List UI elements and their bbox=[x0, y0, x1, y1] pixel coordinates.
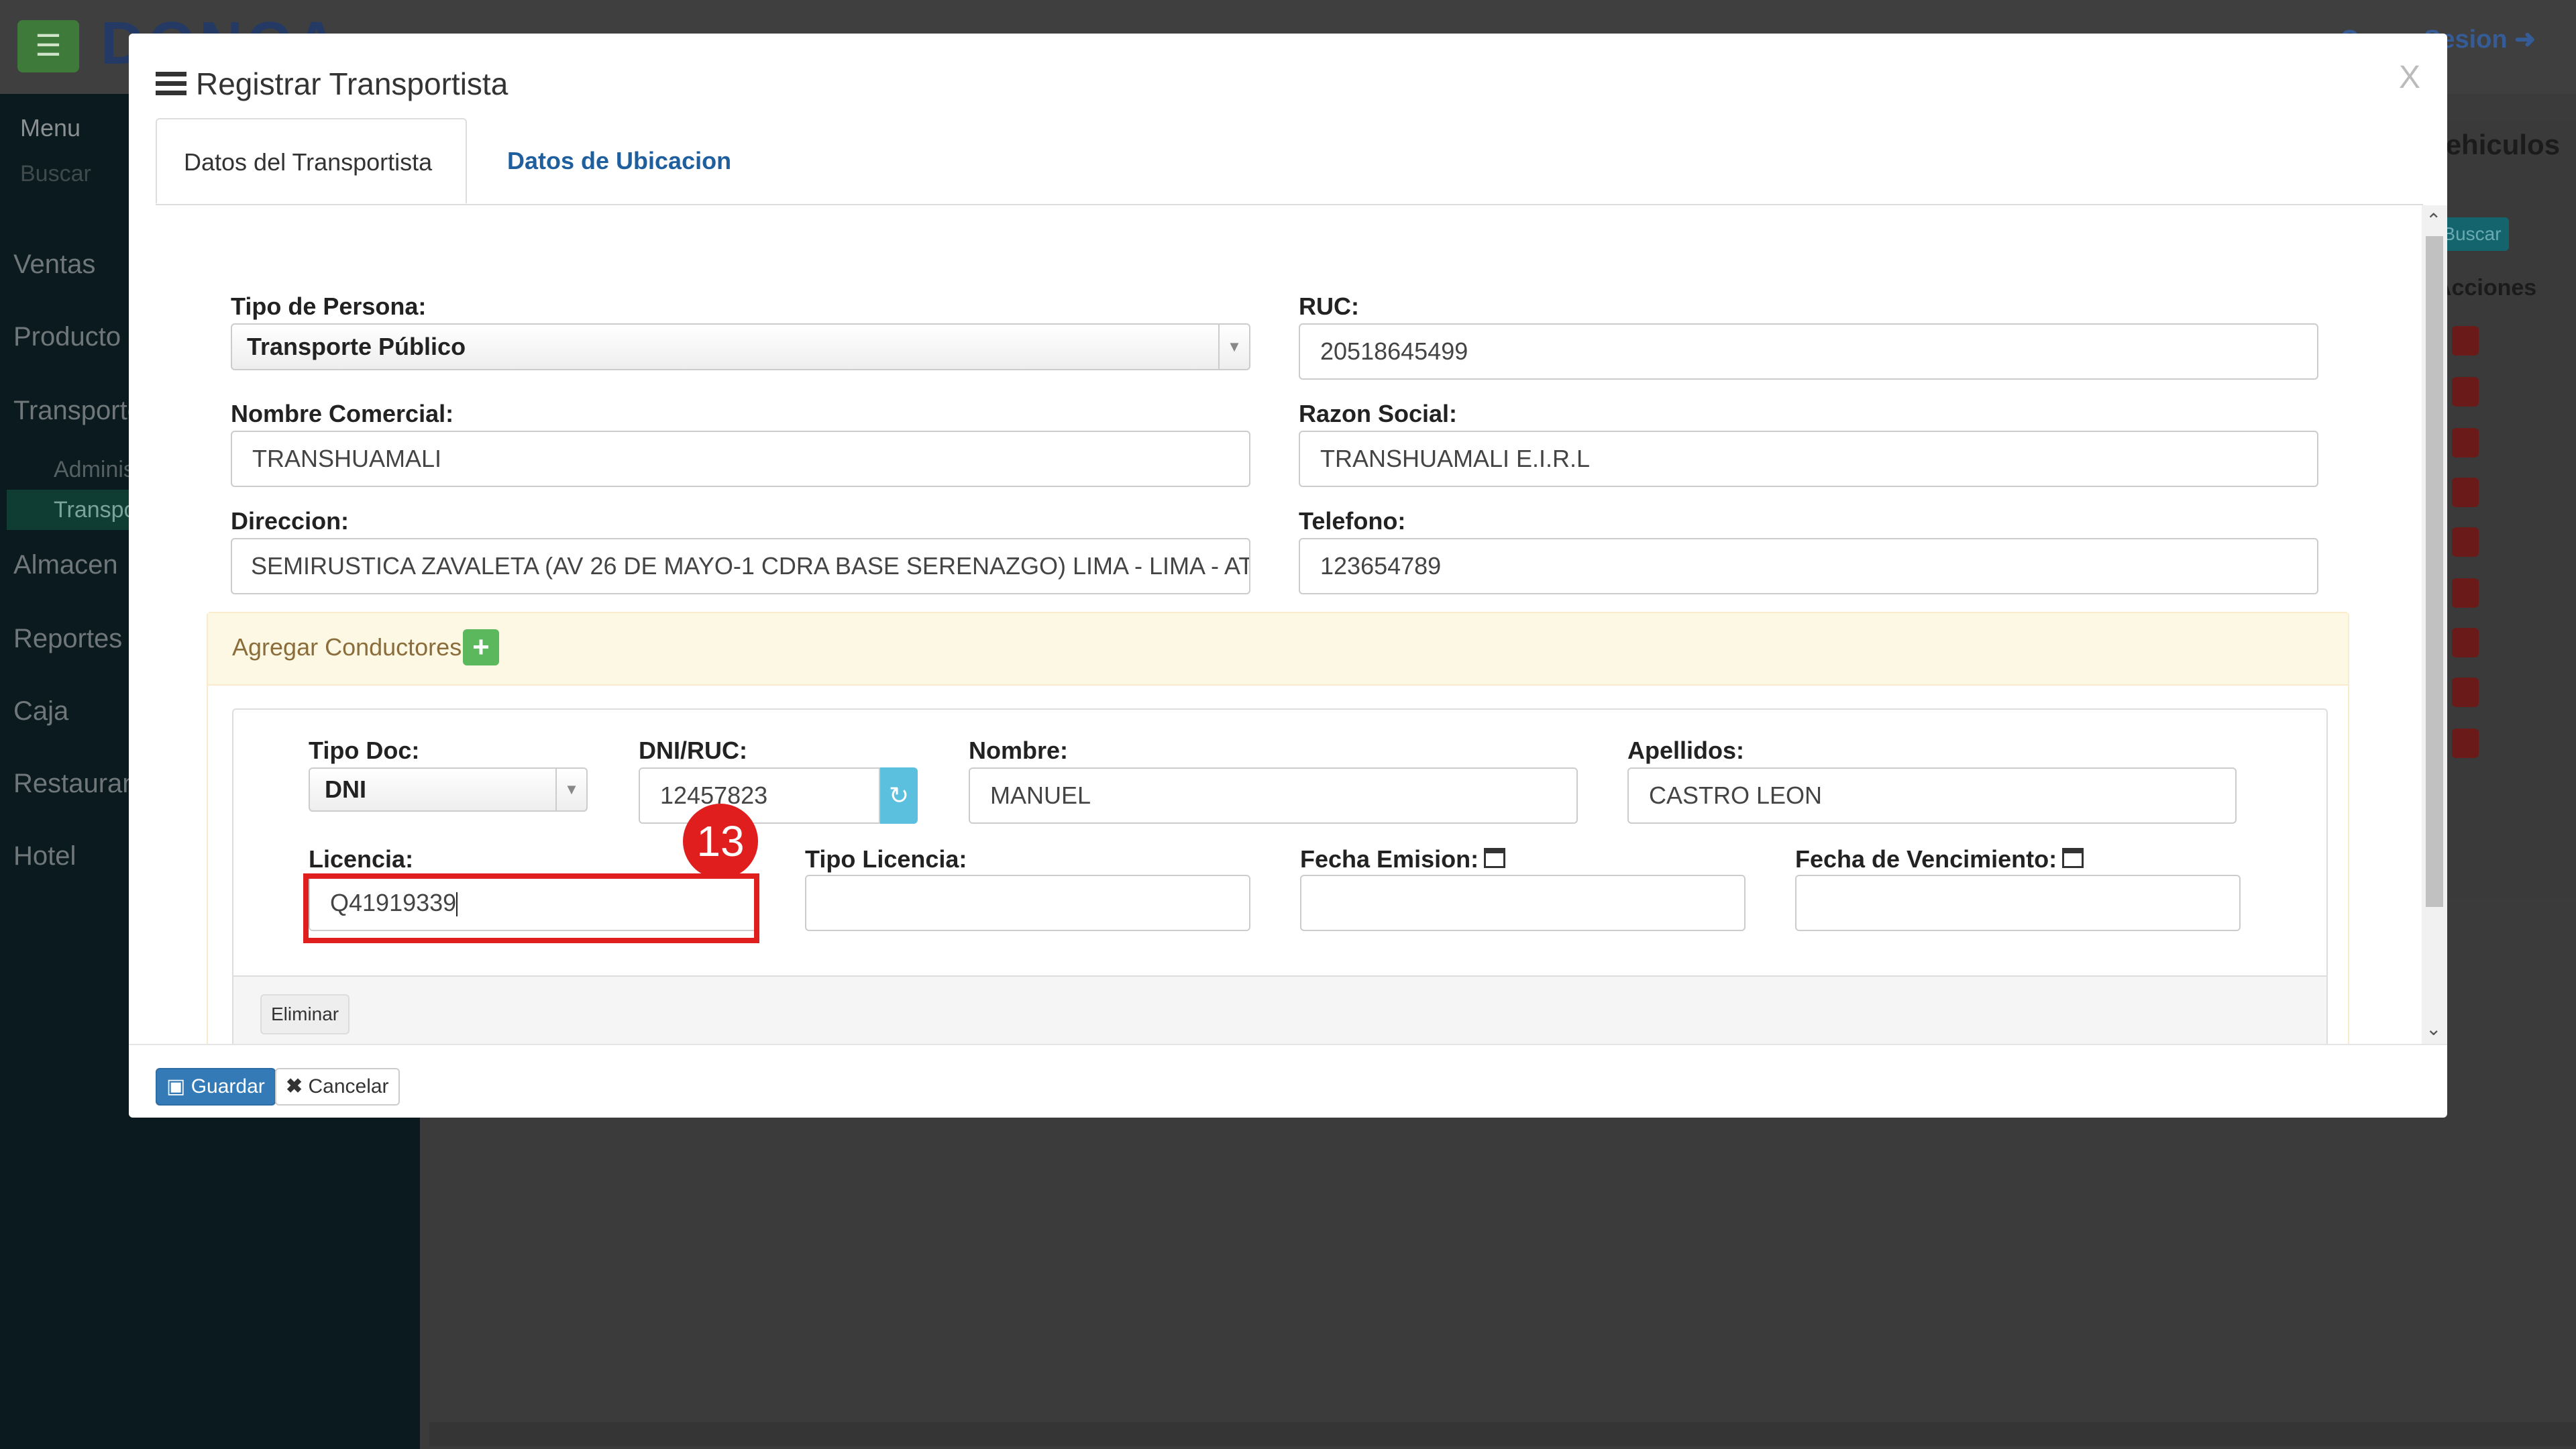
tipo-persona-value: Transporte Público bbox=[247, 333, 466, 360]
register-carrier-modal: Registrar Transportista X Datos del Tran… bbox=[129, 34, 2447, 1118]
modal-title-text: Registrar Transportista bbox=[196, 66, 508, 101]
fecha-vencimiento-input[interactable] bbox=[1795, 875, 2241, 931]
trash-icon[interactable] bbox=[2452, 326, 2479, 356]
conductores-panel: Agregar Conductores + Tipo Doc: DNI ▼ DN… bbox=[207, 612, 2349, 1044]
chevron-up-icon[interactable]: ⌃ bbox=[2426, 209, 2441, 231]
razon-social-label: Razon Social: bbox=[1299, 400, 1458, 427]
sidebar-item-caja[interactable]: Caja bbox=[13, 696, 68, 727]
sidebar-title: Menu bbox=[20, 114, 81, 142]
save-button-label: Guardar bbox=[191, 1075, 265, 1097]
trash-icon[interactable] bbox=[2452, 678, 2479, 707]
sign-out-icon: ➜ bbox=[2514, 25, 2536, 54]
razon-social-input[interactable]: TRANSHUAMALI E.I.R.L bbox=[1299, 431, 2318, 487]
close-icon: ✖ bbox=[286, 1075, 303, 1097]
apellidos-input[interactable]: CASTRO LEON bbox=[1627, 767, 2237, 824]
dni-ruc-label: DNI/RUC: bbox=[639, 737, 747, 764]
apellidos-label: Apellidos: bbox=[1627, 737, 1745, 764]
fecha-vencimiento-label-text: Fecha de Vencimiento: bbox=[1795, 845, 2057, 873]
telefono-input[interactable]: 123654789 bbox=[1299, 538, 2318, 594]
dni-ruc-input[interactable]: 12457823 bbox=[639, 767, 880, 824]
conductores-panel-header: Agregar Conductores + bbox=[208, 613, 2348, 686]
background-column-header: Acciones bbox=[2435, 275, 2537, 301]
trash-icon[interactable] bbox=[2452, 628, 2479, 657]
sidebar-item-almacen[interactable]: Almacen bbox=[13, 550, 118, 580]
chevron-down-icon: ▼ bbox=[555, 769, 586, 810]
add-driver-button[interactable]: + bbox=[463, 629, 499, 665]
nombre-comercial-label: Nombre Comercial: bbox=[231, 400, 454, 427]
nombre-label: Nombre: bbox=[969, 737, 1069, 764]
trash-icon[interactable] bbox=[2452, 527, 2479, 557]
modal-header: Registrar Transportista X Datos del Tran… bbox=[129, 34, 2447, 205]
ruc-label: RUC: bbox=[1299, 292, 1359, 320]
trash-icon[interactable] bbox=[2452, 478, 2479, 507]
modal-body: Tipo de Persona: Transporte Público ▼ RU… bbox=[129, 205, 2447, 1044]
sidebar-search-input[interactable]: Buscar bbox=[20, 161, 91, 187]
fecha-vencimiento-label: Fecha de Vencimiento: bbox=[1795, 845, 2084, 873]
background-divider bbox=[429, 1114, 2026, 1142]
sidebar-item-transporte[interactable]: Transporte bbox=[13, 396, 142, 426]
refresh-icon: ↻ bbox=[888, 782, 910, 809]
sidebar-item-producto[interactable]: Producto bbox=[13, 322, 121, 352]
modal-title: Registrar Transportista bbox=[156, 66, 508, 102]
sidebar-item-reportes[interactable]: Reportes bbox=[13, 624, 122, 654]
tipo-licencia-input[interactable] bbox=[805, 875, 1250, 931]
plus-icon: + bbox=[472, 631, 490, 663]
nombre-input[interactable]: MANUEL bbox=[969, 767, 1578, 824]
direccion-label: Direccion: bbox=[231, 507, 350, 535]
conductores-panel-title: Agregar Conductores bbox=[232, 633, 462, 661]
direccion-input[interactable]: SEMIRUSTICA ZAVALETA (AV 26 DE MAYO-1 CD… bbox=[231, 538, 1250, 594]
remove-driver-button[interactable]: Eliminar bbox=[260, 994, 350, 1034]
cancel-button[interactable]: ✖ Cancelar bbox=[275, 1068, 400, 1106]
menu-toggle-button[interactable]: ☰ bbox=[17, 20, 79, 72]
floppy-disk-icon: ▣ bbox=[166, 1075, 186, 1097]
sidebar-item-ventas[interactable]: Ventas bbox=[13, 250, 95, 280]
fecha-emision-input[interactable] bbox=[1300, 875, 1746, 931]
trash-icon[interactable] bbox=[2452, 729, 2479, 758]
bars-icon bbox=[156, 72, 186, 96]
trash-icon[interactable] bbox=[2452, 377, 2479, 407]
step-number-badge: 13 bbox=[683, 804, 758, 879]
tipo-doc-select[interactable]: DNI ▼ bbox=[309, 767, 588, 812]
tipo-licencia-label: Tipo Licencia: bbox=[805, 845, 967, 873]
horizontal-scrollbar[interactable] bbox=[429, 1422, 2576, 1446]
tab-datos-ubicacion[interactable]: Datos de Ubicacion bbox=[480, 118, 758, 204]
sidebar-item-restaurant[interactable]: Restaurant bbox=[13, 769, 145, 799]
calendar-icon bbox=[1484, 848, 1506, 869]
save-button[interactable]: ▣ Guardar bbox=[156, 1068, 276, 1106]
trash-icon[interactable] bbox=[2452, 428, 2479, 458]
tipo-doc-label: Tipo Doc: bbox=[309, 737, 420, 764]
tipo-persona-label: Tipo de Persona: bbox=[231, 292, 427, 320]
tipo-persona-select[interactable]: Transporte Público ▼ bbox=[231, 323, 1250, 370]
nombre-comercial-input[interactable]: TRANSHUAMALI bbox=[231, 431, 1250, 487]
sidebar-item-hotel[interactable]: Hotel bbox=[13, 841, 76, 871]
telefono-label: Telefono: bbox=[1299, 507, 1406, 535]
modal-tabs: Datos del Transportista Datos de Ubicaci… bbox=[156, 118, 2423, 205]
scrollbar-thumb[interactable] bbox=[2426, 236, 2443, 907]
driver-card-footer: Eliminar bbox=[233, 975, 2326, 1044]
fecha-emision-label: Fecha Emision: bbox=[1300, 845, 1506, 873]
calendar-icon bbox=[2062, 848, 2084, 869]
modal-vertical-scrollbar[interactable]: ⌃ ⌄ bbox=[2422, 205, 2447, 1044]
close-button[interactable]: X bbox=[2399, 59, 2420, 96]
licencia-label: Licencia: bbox=[309, 845, 414, 873]
ruc-input[interactable]: 20518645499 bbox=[1299, 323, 2318, 380]
fecha-emision-label-text: Fecha Emision: bbox=[1300, 845, 1479, 873]
step-highlight-box bbox=[303, 873, 759, 943]
trash-icon[interactable] bbox=[2452, 578, 2479, 608]
cancel-button-label: Cancelar bbox=[308, 1075, 389, 1097]
chevron-down-icon[interactable]: ⌄ bbox=[2426, 1018, 2441, 1040]
tipo-doc-value: DNI bbox=[325, 775, 366, 803]
background-page-title: Vehiculos bbox=[2428, 129, 2561, 160]
modal-footer: ▣ Guardar ✖ Cancelar bbox=[129, 1044, 2447, 1118]
tab-datos-transportista[interactable]: Datos del Transportista bbox=[156, 118, 467, 204]
chevron-down-icon: ▼ bbox=[1218, 325, 1249, 369]
refresh-lookup-button[interactable]: ↻ bbox=[880, 767, 918, 824]
